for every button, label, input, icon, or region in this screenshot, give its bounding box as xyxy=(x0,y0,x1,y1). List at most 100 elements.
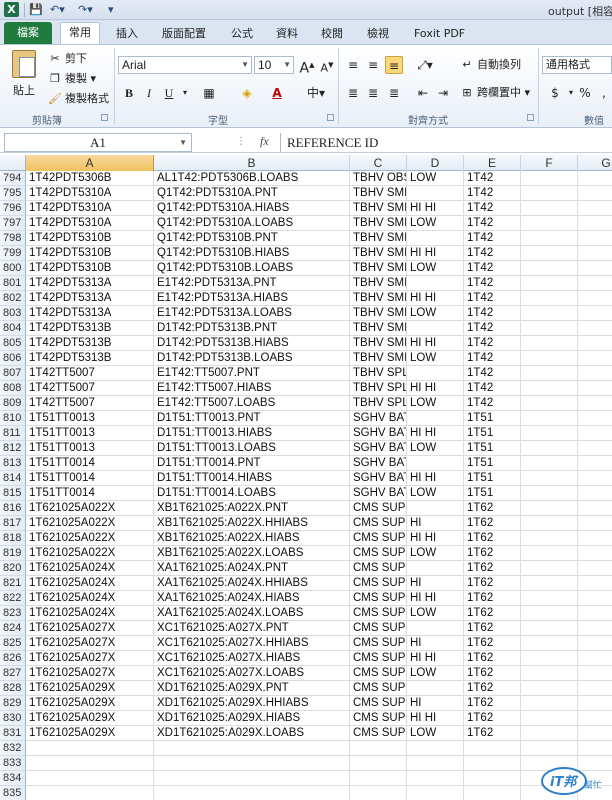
row-header[interactable]: 795 xyxy=(0,186,26,201)
cell-description[interactable] xyxy=(350,741,407,756)
row-header[interactable]: 817 xyxy=(0,516,26,531)
cell-reference-id[interactable]: 1T621025A029X xyxy=(26,726,154,741)
cell-alarm-level[interactable] xyxy=(407,681,464,696)
cell-tag-name[interactable]: Q1T42:PDT5310B.HIABS xyxy=(154,246,350,261)
cell-tag-name[interactable]: Q1T42:PDT5310B.PNT xyxy=(154,231,350,246)
cell-description[interactable]: TBHV SMI xyxy=(350,186,407,201)
row-header[interactable]: 801 xyxy=(0,276,26,291)
row-header[interactable]: 816 xyxy=(0,501,26,516)
cell-reference-id[interactable]: 1T42PDT5313A xyxy=(26,276,154,291)
row-header[interactable]: 821 xyxy=(0,576,26,591)
cell-empty[interactable] xyxy=(521,246,578,261)
row-header[interactable]: 799 xyxy=(0,246,26,261)
cell-alarm-level[interactable]: HI xyxy=(407,696,464,711)
orientation-icon[interactable]: ⤢▾ xyxy=(414,56,436,74)
cell-empty[interactable] xyxy=(578,231,612,246)
cell-description[interactable]: CMS SUP xyxy=(350,576,407,591)
cell-description[interactable]: TBHV SMI xyxy=(350,231,407,246)
row-header[interactable]: 803 xyxy=(0,306,26,321)
italic-button[interactable]: I xyxy=(140,84,158,102)
merge-center-button[interactable]: ⊞ 跨欄置中 ▾ xyxy=(460,84,530,102)
cell-reference-id[interactable]: 1T621025A027X xyxy=(26,666,154,681)
cell-tag-name[interactable]: D1T42:PDT5313B.LOABS xyxy=(154,351,350,366)
cell-description[interactable]: TBHV SMI xyxy=(350,261,407,276)
cell-reference-id[interactable]: 1T42PDT5313B xyxy=(26,321,154,336)
format-painter-button[interactable]: 🖌 複製格式 xyxy=(48,90,109,108)
cell-empty[interactable] xyxy=(578,546,612,561)
cell-alarm-level[interactable] xyxy=(407,786,464,800)
cell-reference-id[interactable]: 1T621025A029X xyxy=(26,711,154,726)
cell-empty[interactable] xyxy=(578,201,612,216)
column-header-d[interactable]: D xyxy=(407,155,464,171)
chevron-down-icon[interactable]: ▾ xyxy=(176,84,194,102)
font-size-combo[interactable]: 10 ▼ xyxy=(254,56,294,74)
decrease-indent-icon[interactable]: ⇤ xyxy=(414,84,432,102)
alignment-dialog-launcher-icon[interactable] xyxy=(527,114,534,121)
cell-description[interactable]: CMS SUP xyxy=(350,681,407,696)
cell-alarm-level[interactable]: HI HI xyxy=(407,471,464,486)
cell-description[interactable]: TBHV SMI xyxy=(350,246,407,261)
column-header-g[interactable]: G xyxy=(578,155,612,171)
cell-alarm-level[interactable] xyxy=(407,456,464,471)
comma-style-icon[interactable]: , xyxy=(596,84,612,102)
cell-tag-name[interactable]: XC1T621025:A027X.PNT xyxy=(154,621,350,636)
row-header[interactable]: 820 xyxy=(0,561,26,576)
cell-alarm-level[interactable]: LOW xyxy=(407,726,464,741)
cell-empty[interactable] xyxy=(578,351,612,366)
cell-area[interactable]: 1T51 xyxy=(464,426,521,441)
cell-reference-id[interactable]: 1T621025A022X xyxy=(26,501,154,516)
cell-description[interactable]: CMS SUP xyxy=(350,501,407,516)
cell-alarm-level[interactable] xyxy=(407,756,464,771)
cell-description[interactable] xyxy=(350,756,407,771)
cell-alarm-level[interactable] xyxy=(407,621,464,636)
cell-alarm-level[interactable]: LOW xyxy=(407,486,464,501)
cell-empty[interactable] xyxy=(521,606,578,621)
cell-reference-id[interactable]: 1T621025A027X xyxy=(26,636,154,651)
cell-area[interactable]: 1T62 xyxy=(464,726,521,741)
row-header[interactable]: 815 xyxy=(0,486,26,501)
cell-description[interactable]: TBHV SPL xyxy=(350,366,407,381)
cell-empty[interactable] xyxy=(578,366,612,381)
cell-empty[interactable] xyxy=(521,696,578,711)
cell-alarm-level[interactable]: LOW xyxy=(407,171,464,186)
cell-area[interactable]: 1T42 xyxy=(464,351,521,366)
cell-tag-name[interactable]: D1T51:TT0013.PNT xyxy=(154,411,350,426)
cell-area[interactable]: 1T62 xyxy=(464,546,521,561)
shrink-font-button[interactable]: A▼ xyxy=(318,56,336,75)
cell-alarm-level[interactable]: LOW xyxy=(407,306,464,321)
cell-area[interactable]: 1T42 xyxy=(464,366,521,381)
column-header-b[interactable]: B xyxy=(154,155,350,171)
cell-tag-name[interactable]: Q1T42:PDT5310A.LOABS xyxy=(154,216,350,231)
cell-area[interactable] xyxy=(464,741,521,756)
align-middle-icon[interactable]: ≡ xyxy=(364,56,382,74)
fill-color-icon[interactable]: ◈ xyxy=(238,84,256,102)
cell-tag-name[interactable]: XC1T621025:A027X.HHIABS xyxy=(154,636,350,651)
cell-empty[interactable] xyxy=(521,351,578,366)
cell-description[interactable]: CMS SUP xyxy=(350,666,407,681)
cell-reference-id[interactable]: 1T621025A024X xyxy=(26,576,154,591)
row-header[interactable]: 797 xyxy=(0,216,26,231)
cell-empty[interactable] xyxy=(521,171,578,186)
cell-alarm-level[interactable] xyxy=(407,276,464,291)
cell-empty[interactable] xyxy=(521,681,578,696)
insert-function-icon[interactable]: fx xyxy=(260,134,269,149)
number-format-combo[interactable]: 通用格式 xyxy=(542,56,612,74)
cell-reference-id[interactable]: 1T621025A027X xyxy=(26,651,154,666)
cell-description[interactable]: SGHV BAT xyxy=(350,471,407,486)
cell-reference-id[interactable]: 1T621025A022X xyxy=(26,531,154,546)
row-header[interactable]: 810 xyxy=(0,411,26,426)
cell-area[interactable]: 1T42 xyxy=(464,261,521,276)
cell-description[interactable]: TBHV SMI xyxy=(350,291,407,306)
cell-tag-name[interactable]: XD1T621025:A029X.LOABS xyxy=(154,726,350,741)
cell-area[interactable]: 1T62 xyxy=(464,711,521,726)
cell-reference-id[interactable]: 1T621025A024X xyxy=(26,606,154,621)
cell-description[interactable]: TBHV SMI xyxy=(350,351,407,366)
cell-description[interactable]: CMS SUP xyxy=(350,726,407,741)
cell-empty[interactable] xyxy=(578,396,612,411)
cell-alarm-level[interactable]: HI HI xyxy=(407,246,464,261)
cell-reference-id[interactable]: 1T51TT0014 xyxy=(26,471,154,486)
cell-empty[interactable] xyxy=(578,696,612,711)
cell-alarm-level[interactable]: HI HI xyxy=(407,591,464,606)
cell-reference-id[interactable] xyxy=(26,756,154,771)
row-header[interactable]: 819 xyxy=(0,546,26,561)
